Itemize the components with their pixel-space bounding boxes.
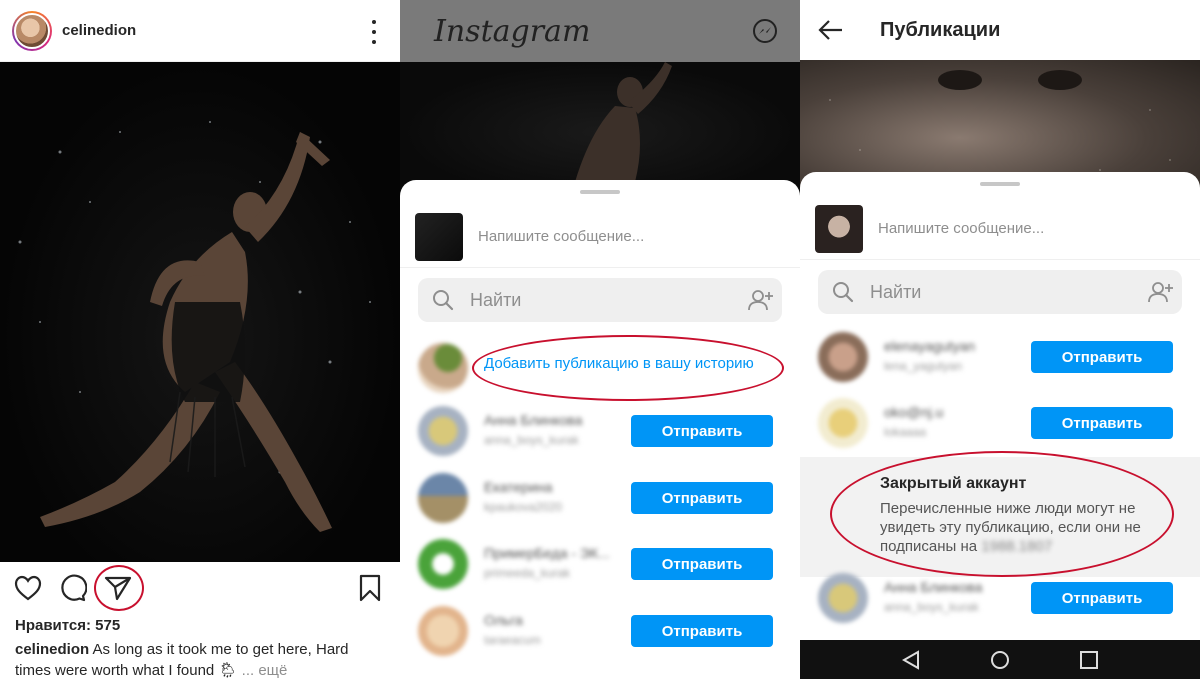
dimmed-feed[interactable]: Instagram [400, 0, 800, 202]
android-nav-bar [800, 640, 1200, 679]
dimmed-photo[interactable] [800, 60, 1200, 190]
search-input[interactable]: Найти [418, 278, 782, 322]
nav-home-icon[interactable] [989, 649, 1011, 671]
send-button[interactable]: Отправить [1031, 582, 1173, 614]
contact-name: Анна Блинкова [884, 579, 983, 595]
private-title: Закрытый аккаунт [880, 475, 1027, 492]
nav-recents-icon[interactable] [1078, 649, 1100, 671]
contact-name: Екатерина [484, 479, 553, 495]
page-title: Публикации [880, 18, 1001, 41]
contact-avatar [818, 398, 868, 448]
private-account-notice: Закрытый аккаунт Перечисленные ниже люди… [800, 457, 1200, 577]
caption-username[interactable]: celinedion [15, 641, 89, 658]
more-icon[interactable] [366, 20, 382, 44]
share-sheet: Напишите сообщение... Найти Добавить пуб… [400, 180, 800, 679]
message-input[interactable]: Напишите сообщение... [878, 220, 1044, 237]
contact-username: anna_boys_kurak [884, 600, 979, 614]
nav-back-icon[interactable] [900, 649, 922, 671]
more-link[interactable]: ... ещё [242, 662, 288, 679]
post-photo[interactable] [0, 62, 400, 562]
private-share-panel: Публикации Напишите сообщение... Найти e… [800, 0, 1200, 679]
contact-avatar [818, 332, 868, 382]
share-sheet: Напишите сообщение... Найти elenayagutya… [800, 172, 1200, 679]
contact-username: kpaukova2020 [484, 500, 563, 514]
add-to-story-row[interactable]: Добавить публикацию в вашу историю [400, 335, 800, 401]
contact-username: lena_yagutyan [884, 359, 963, 373]
contact-avatar [418, 473, 468, 523]
likes-count[interactable]: Нравится: 575 [15, 617, 120, 634]
messenger-icon[interactable] [752, 18, 778, 49]
heart-icon[interactable] [12, 572, 44, 604]
contact-avatar [418, 406, 468, 456]
search-placeholder: Найти [470, 289, 522, 310]
add-people-icon[interactable] [1148, 280, 1174, 304]
send-button[interactable]: Отправить [631, 548, 773, 580]
contact-username: primeeda_kurak [484, 566, 571, 580]
send-button[interactable]: Отправить [1031, 407, 1173, 439]
post-actions [0, 568, 400, 612]
emoji-icon: 🌦 [218, 662, 238, 679]
contact-name: Ольга [484, 612, 523, 628]
contact-name: ПримерБеда - ЭК... [484, 545, 610, 561]
post-caption: celinedion As long as it took me to get … [15, 639, 385, 679]
add-to-story-link[interactable]: Добавить публикацию в вашу историю [484, 355, 754, 372]
list-item: Екатерина kpaukova2020 Отправить [400, 465, 800, 531]
post-panel: celinedion Нравится: 575 celinedion As l… [0, 0, 400, 679]
comment-icon[interactable] [57, 572, 89, 604]
list-item: Анна Блинкова anna_boys_kurak Отправить [800, 565, 1200, 631]
search-icon [833, 282, 854, 303]
contact-username: lokaaaa [884, 425, 927, 439]
share-sheet-panel: Instagram Напишите сообщение... Найти До… [400, 0, 800, 679]
contact-avatar [818, 573, 868, 623]
back-arrow-icon[interactable] [818, 19, 844, 41]
contact-name: Анна Блинкова [484, 412, 583, 428]
contact-name: oko@nj.u [884, 404, 944, 420]
private-description: Перечисленные ниже люди могут не увидеть… [880, 499, 1170, 556]
contact-username: anna_boys_kurak [484, 433, 579, 447]
post-header: celinedion [0, 0, 400, 62]
contact-name: elenayagutyan [884, 338, 976, 354]
drag-handle[interactable] [580, 190, 620, 194]
story-avatar [418, 343, 468, 393]
drag-handle[interactable] [980, 182, 1020, 186]
top-bar: Публикации [800, 0, 1200, 60]
contact-username: taraeacum [484, 633, 541, 647]
message-input[interactable]: Напишите сообщение... [478, 228, 644, 245]
private-handle: 1988.1807 [981, 538, 1053, 555]
send-button[interactable]: Отправить [1031, 341, 1173, 373]
bookmark-icon[interactable] [354, 572, 386, 604]
avatar[interactable] [12, 10, 52, 51]
message-row: Напишите сообщение... [800, 198, 1200, 260]
instagram-logo: Instagram [434, 14, 591, 49]
send-button[interactable]: Отправить [631, 415, 773, 447]
list-item: Ольга taraeacum Отправить [400, 598, 800, 664]
list-item: Анна Блинкова anna_boys_kurak Отправить [400, 398, 800, 464]
send-button[interactable]: Отправить [631, 482, 773, 514]
post-username[interactable]: celinedion [62, 22, 136, 39]
post-thumbnail [415, 212, 463, 261]
list-item: elenayagutyan lena_yagutyan Отправить [800, 324, 1200, 390]
search-input[interactable]: Найти [818, 270, 1182, 314]
search-icon [433, 290, 454, 311]
add-people-icon[interactable] [748, 288, 774, 312]
list-item: ПримерБеда - ЭК... primeeda_kurak Отправ… [400, 531, 800, 597]
list-item: oko@nj.u lokaaaa Отправить [800, 390, 1200, 456]
share-icon[interactable] [102, 572, 134, 604]
contact-avatar [418, 539, 468, 589]
search-placeholder: Найти [870, 281, 922, 302]
message-row: Напишите сообщение... [400, 206, 800, 268]
post-thumbnail [815, 204, 863, 253]
contact-avatar [418, 606, 468, 656]
send-button[interactable]: Отправить [631, 615, 773, 647]
